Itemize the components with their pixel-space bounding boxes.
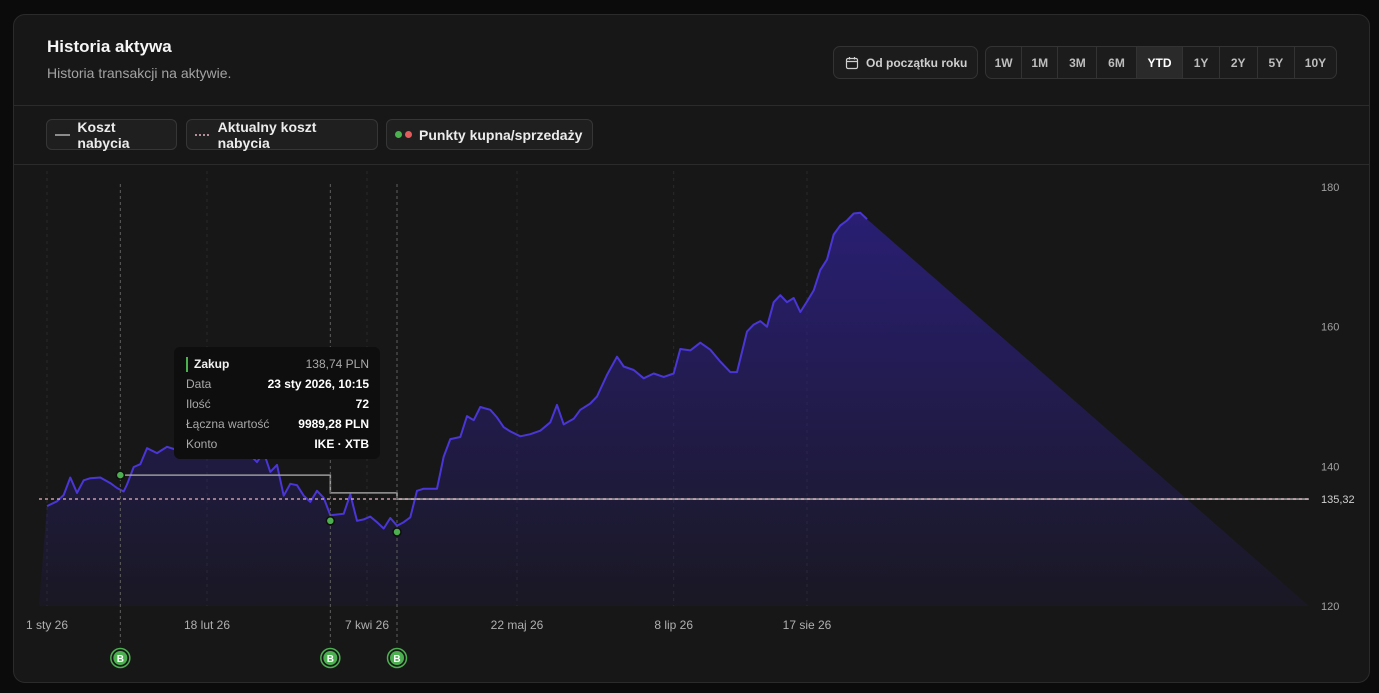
x-tick-label: 8 lip 26 bbox=[654, 618, 693, 632]
card-subtitle: Historia transakcji na aktywie. bbox=[47, 65, 232, 81]
y-tick-label: 120 bbox=[1321, 601, 1339, 613]
transaction-badge-label: B bbox=[327, 654, 334, 665]
legend-cost-label: Koszt nabycia bbox=[77, 118, 130, 151]
tab-6m[interactable]: 6M bbox=[1097, 47, 1137, 78]
header-divider bbox=[14, 105, 1369, 106]
buy-sell-dots-icon bbox=[395, 131, 412, 138]
legend-current-cost-label: Aktualny koszt nabycia bbox=[217, 118, 317, 151]
tab-1m[interactable]: 1M bbox=[1022, 47, 1059, 78]
legend-points-toggle[interactable]: Punkty kupna/sprzedaży bbox=[386, 119, 593, 150]
solid-line-icon bbox=[55, 133, 71, 136]
tab-3m[interactable]: 3M bbox=[1058, 47, 1098, 78]
legend-cost-toggle[interactable]: Koszt nabycia bbox=[46, 118, 177, 151]
tab-1y[interactable]: 1Y bbox=[1183, 47, 1220, 78]
x-tick-label: 22 maj 26 bbox=[491, 618, 544, 632]
current-cost-label: 135,32 bbox=[1321, 494, 1355, 506]
x-tick-label: 17 sie 26 bbox=[783, 618, 832, 632]
tooltip-label: Data bbox=[186, 377, 212, 391]
y-tick-label: 140 bbox=[1321, 461, 1339, 473]
tab-2y[interactable]: 2Y bbox=[1220, 47, 1258, 78]
tooltip-label: Ilość bbox=[186, 397, 211, 411]
legend-current-cost-toggle[interactable]: Aktualny koszt nabycia bbox=[186, 118, 378, 151]
calendar-icon bbox=[845, 56, 859, 70]
tooltip-value: IKE · XTB bbox=[314, 437, 369, 451]
transaction-point bbox=[115, 470, 126, 480]
y-tick-label: 180 bbox=[1321, 182, 1339, 194]
x-tick-label: 1 sty 26 bbox=[26, 618, 68, 632]
legend-points-label: Punkty kupna/sprzedaży bbox=[419, 126, 583, 143]
transaction-badge-label: B bbox=[117, 654, 124, 665]
tooltip-value: 72 bbox=[355, 397, 369, 411]
period-tabs: 1W 1M 3M 6M YTD 1Y 2Y 5Y 10Y bbox=[985, 46, 1337, 79]
transaction-tooltip: Zakup 138,74 PLN Data 23 sty 2026, 10:15 … bbox=[174, 347, 380, 459]
tab-1w[interactable]: 1W bbox=[986, 47, 1023, 78]
tooltip-label: Łączna wartość bbox=[186, 417, 270, 431]
tooltip-type: Zakup bbox=[194, 357, 230, 371]
x-tick-label: 18 lut 26 bbox=[184, 618, 230, 632]
buy-marker-bar bbox=[186, 356, 188, 372]
tooltip-value: 9989,28 PLN bbox=[298, 417, 369, 431]
dotted-line-icon bbox=[195, 133, 211, 136]
tooltip-label: Konto bbox=[186, 437, 218, 451]
card-title: Historia aktywa bbox=[47, 37, 172, 56]
tooltip-value: 23 sty 2026, 10:15 bbox=[267, 377, 369, 391]
transaction-badge-label: B bbox=[393, 654, 400, 665]
tab-ytd[interactable]: YTD bbox=[1136, 47, 1184, 78]
tab-5y[interactable]: 5Y bbox=[1258, 47, 1295, 78]
transaction-point bbox=[325, 516, 336, 526]
transaction-point bbox=[392, 527, 402, 537]
date-range-label: Od początku roku bbox=[866, 55, 968, 70]
y-tick-label: 160 bbox=[1321, 322, 1339, 334]
tab-10y[interactable]: 10Y bbox=[1295, 47, 1336, 78]
asset-history-card: Historia aktywa Historia transakcji na a… bbox=[13, 14, 1370, 683]
tooltip-price: 138,74 PLN bbox=[305, 357, 369, 371]
legend-divider bbox=[14, 164, 1369, 165]
x-tick-label: 7 kwi 26 bbox=[345, 618, 389, 632]
date-range-button[interactable]: Od początku roku bbox=[833, 46, 978, 79]
